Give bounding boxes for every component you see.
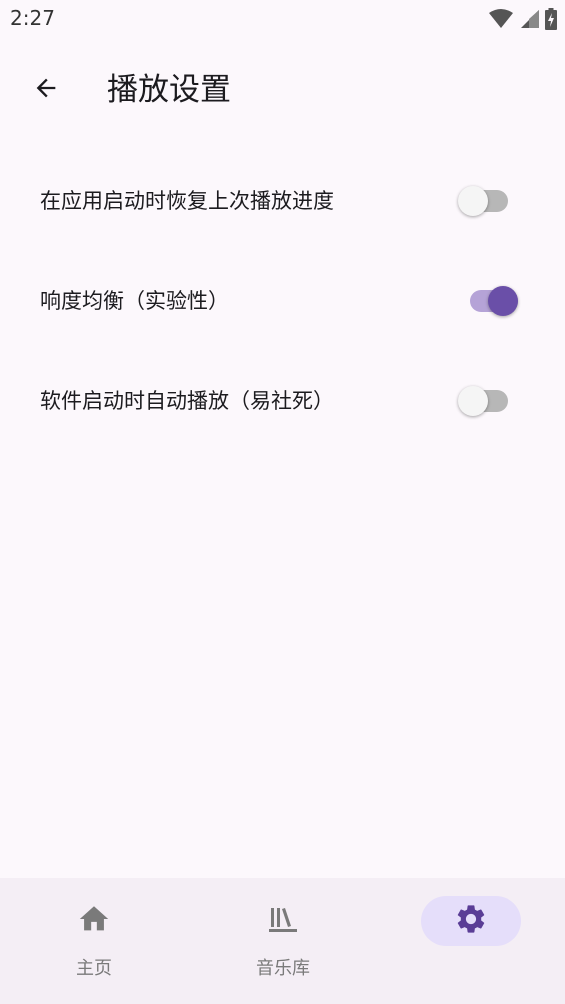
autoplay-on-launch-switch[interactable] [456, 385, 526, 417]
nav-indicator [233, 896, 333, 946]
gear-icon [454, 902, 488, 940]
settings-list: 在应用启动时恢复上次播放进度 响度均衡（实验性） 软件启动时自动播放（易社死） [0, 150, 565, 450]
setting-loudness-normalization[interactable]: 响度均衡（实验性） [0, 250, 565, 350]
library-icon [267, 903, 299, 939]
switch-thumb [458, 386, 488, 416]
setting-label: 响度均衡（实验性） [40, 289, 229, 313]
bottom-navigation: 主页 音乐库 [0, 878, 565, 1004]
app-bar: 播放设置 [0, 54, 565, 126]
home-icon [77, 902, 111, 940]
page-title: 播放设置 [107, 72, 231, 108]
nav-label-home: 主页 [76, 958, 112, 979]
setting-autoplay-on-launch[interactable]: 软件启动时自动播放（易社死） [0, 350, 565, 450]
wifi-icon [489, 9, 513, 33]
status-bar: 2:27 [0, 0, 565, 38]
back-button[interactable] [22, 66, 70, 114]
signal-icon [519, 9, 539, 33]
nav-label-library: 音乐库 [256, 958, 310, 979]
status-time: 2:27 [10, 6, 55, 30]
loudness-normalization-switch[interactable] [456, 285, 526, 317]
nav-indicator [44, 896, 144, 946]
setting-restore-progress[interactable]: 在应用启动时恢复上次播放进度 [0, 150, 565, 250]
arrow-back-icon [32, 74, 60, 106]
status-icons [489, 8, 557, 34]
nav-indicator [421, 896, 521, 946]
restore-progress-switch[interactable] [456, 185, 526, 217]
nav-item-settings[interactable] [401, 896, 541, 986]
nav-item-home[interactable]: 主页 [24, 896, 164, 986]
setting-label: 在应用启动时恢复上次播放进度 [40, 189, 334, 213]
battery-charging-icon [545, 8, 557, 34]
setting-label: 软件启动时自动播放（易社死） [40, 389, 334, 413]
switch-thumb [458, 186, 488, 216]
nav-item-library[interactable]: 音乐库 [213, 896, 353, 986]
switch-thumb [488, 286, 518, 316]
